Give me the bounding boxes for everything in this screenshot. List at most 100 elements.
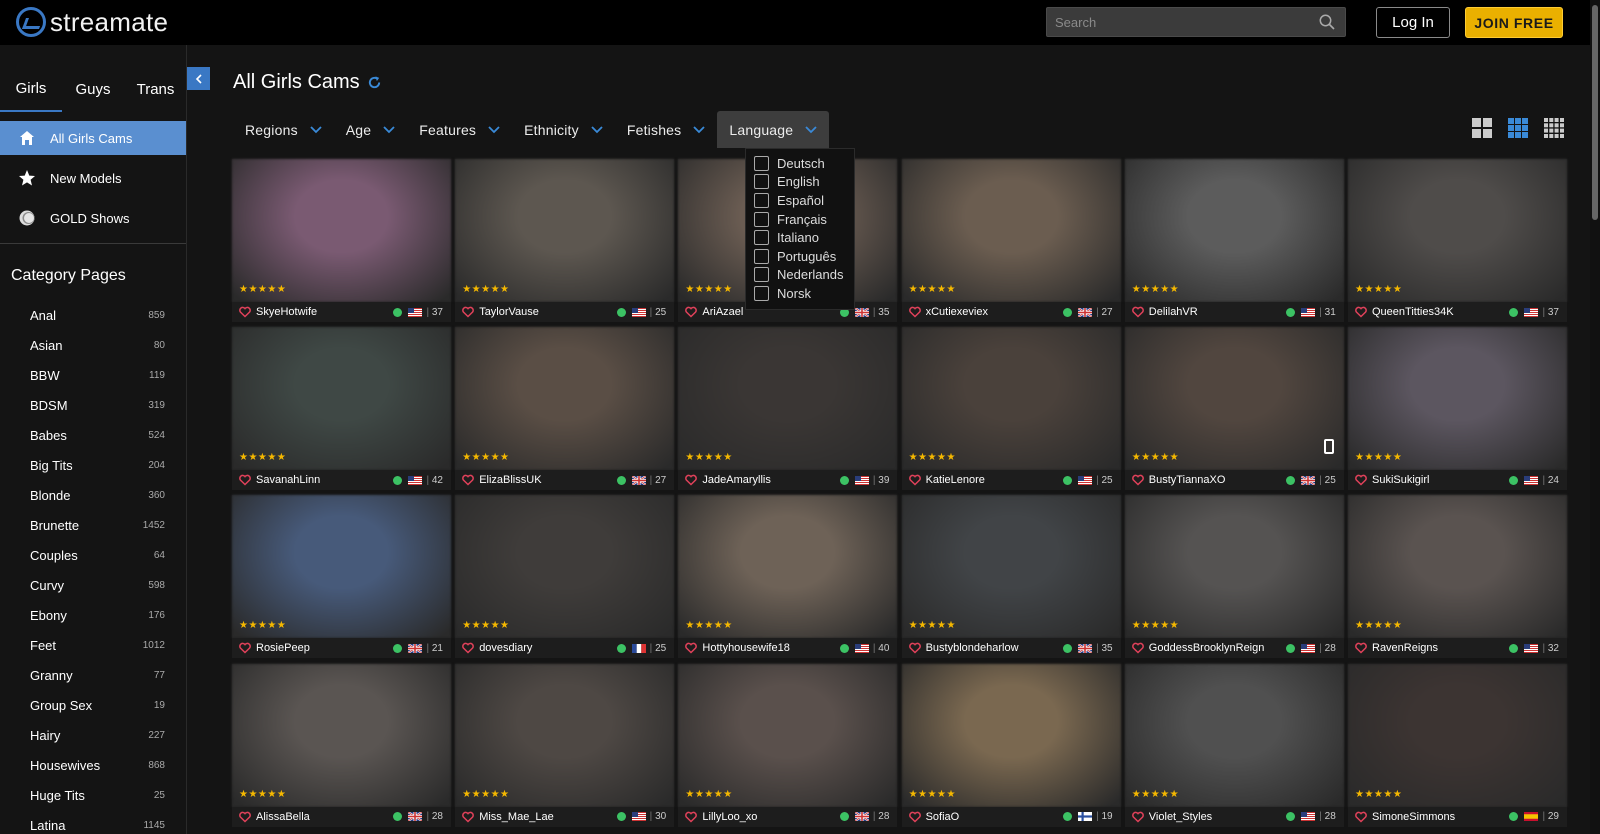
small-grid-icon[interactable] xyxy=(1544,118,1564,138)
tab-girls[interactable]: Girls xyxy=(0,67,62,112)
heart-icon[interactable] xyxy=(239,642,251,654)
checkbox[interactable] xyxy=(754,248,769,264)
heart-icon[interactable] xyxy=(1131,474,1144,486)
heart-icon[interactable] xyxy=(239,811,251,823)
model-thumbnail[interactable] xyxy=(1348,495,1567,639)
heart-icon[interactable] xyxy=(1131,306,1144,318)
model-card[interactable]: ★★★★★ Hottyhousewife18 40 xyxy=(678,495,898,659)
model-thumbnail[interactable] xyxy=(1348,663,1567,807)
model-card[interactable]: ★★★★★ LillyLoo_xo 28 xyxy=(678,663,898,827)
category-item-asian[interactable]: Asian 80 xyxy=(0,330,186,360)
model-thumbnail[interactable] xyxy=(455,495,675,639)
model-card[interactable]: ★★★★★ DelilahVR 31 xyxy=(1124,159,1344,322)
heart-icon[interactable] xyxy=(908,474,921,486)
model-name[interactable]: SkyeHotwife xyxy=(256,306,393,318)
category-item-bbw[interactable]: BBW 119 xyxy=(0,360,186,390)
search-icon[interactable] xyxy=(1319,14,1335,30)
category-item-hairy[interactable]: Hairy 227 xyxy=(0,720,186,750)
model-thumbnail[interactable] xyxy=(232,159,451,302)
model-name[interactable]: RosiePeep xyxy=(256,642,393,654)
model-name[interactable]: Hottyhousewife18 xyxy=(702,642,839,654)
model-thumbnail[interactable] xyxy=(455,327,675,471)
heart-icon[interactable] xyxy=(462,642,475,654)
model-name[interactable]: xCutiexeviex xyxy=(926,306,1063,318)
model-name[interactable]: RavenReigns xyxy=(1372,642,1509,654)
heart-icon[interactable] xyxy=(1131,811,1144,823)
category-item-anal[interactable]: Anal 859 xyxy=(0,300,186,330)
model-thumbnail[interactable] xyxy=(1124,663,1344,807)
model-card[interactable]: ★★★★★ SavanahLinn 42 xyxy=(232,327,451,491)
model-name[interactable]: Violet_Styles xyxy=(1149,811,1286,823)
heart-icon[interactable] xyxy=(908,811,921,823)
large-grid-icon[interactable] xyxy=(1472,118,1492,138)
heart-icon[interactable] xyxy=(685,474,698,486)
model-thumbnail[interactable] xyxy=(1348,327,1567,471)
language-option-fran-ais[interactable]: Français xyxy=(746,210,854,229)
login-button[interactable]: Log In xyxy=(1376,7,1450,38)
model-thumbnail[interactable] xyxy=(901,495,1121,639)
model-name[interactable]: SavanahLinn xyxy=(256,474,393,486)
checkbox[interactable] xyxy=(754,230,769,246)
model-name[interactable]: SimoneSimmons xyxy=(1372,811,1509,823)
model-name[interactable]: Bustyblondeharlow xyxy=(926,642,1063,654)
heart-icon[interactable] xyxy=(1355,811,1367,823)
category-item-housewives[interactable]: Housewives 868 xyxy=(0,750,186,780)
collapse-sidebar-button[interactable] xyxy=(187,67,210,90)
model-thumbnail[interactable] xyxy=(232,663,451,807)
model-thumbnail[interactable] xyxy=(232,327,451,471)
model-card[interactable]: ★★★★★ RosiePeep 21 xyxy=(232,495,451,659)
language-option-english[interactable]: English xyxy=(746,173,854,192)
model-card[interactable]: ★★★★★ ElizaBlissUK 27 xyxy=(455,327,675,491)
model-thumbnail[interactable] xyxy=(1348,159,1567,302)
heart-icon[interactable] xyxy=(908,306,921,318)
model-thumbnail[interactable] xyxy=(678,327,898,471)
checkbox[interactable] xyxy=(754,285,769,301)
category-item-couples[interactable]: Couples 64 xyxy=(0,540,186,570)
category-item-feet[interactable]: Feet 1012 xyxy=(0,630,186,660)
model-name[interactable]: ElizaBlissUK xyxy=(479,474,616,486)
checkbox[interactable] xyxy=(754,267,769,283)
language-option-nederlands[interactable]: Nederlands xyxy=(746,266,854,285)
model-thumbnail[interactable] xyxy=(678,495,898,639)
model-thumbnail[interactable] xyxy=(1124,495,1344,639)
filter-features[interactable]: Features xyxy=(407,111,512,148)
model-card[interactable]: ★★★★★ RavenReigns 32 xyxy=(1348,495,1567,659)
model-card[interactable]: ★★★★★ Bustyblondeharlow 35 xyxy=(901,495,1121,659)
model-thumbnail[interactable] xyxy=(232,495,451,639)
heart-icon[interactable] xyxy=(1355,306,1367,318)
sidebar-item-new-models[interactable]: New Models xyxy=(0,161,186,195)
sidebar-item-all-girls-cams[interactable]: All Girls Cams xyxy=(0,121,186,155)
heart-icon[interactable] xyxy=(685,811,698,823)
model-name[interactable]: JadeAmaryllis xyxy=(702,474,839,486)
heart-icon[interactable] xyxy=(239,474,251,486)
model-name[interactable]: DelilahVR xyxy=(1149,306,1286,318)
model-name[interactable]: AlissaBella xyxy=(256,811,393,823)
language-option-portugu-s[interactable]: Português xyxy=(746,247,854,266)
heart-icon[interactable] xyxy=(1355,642,1367,654)
heart-icon[interactable] xyxy=(462,474,475,486)
model-card[interactable]: ★★★★★ SkyeHotwife 37 xyxy=(232,159,451,322)
model-card[interactable]: ★★★★★ SimoneSimmons 29 xyxy=(1348,663,1567,827)
model-thumbnail[interactable] xyxy=(901,159,1121,302)
filter-language[interactable]: Language xyxy=(717,111,830,148)
checkbox[interactable] xyxy=(754,192,769,208)
category-item-blonde[interactable]: Blonde 360 xyxy=(0,480,186,510)
sidebar-item-gold-shows[interactable]: GOLD Shows xyxy=(0,201,186,235)
heart-icon[interactable] xyxy=(1131,642,1144,654)
language-option-norsk[interactable]: Norsk xyxy=(746,284,854,303)
model-name[interactable]: GoddessBrooklynReign xyxy=(1149,642,1286,654)
model-thumbnail[interactable] xyxy=(1124,327,1344,471)
heart-icon[interactable] xyxy=(685,642,698,654)
logo[interactable]: streamate xyxy=(16,6,168,38)
model-card[interactable]: ★★★★★ KatieLenore 25 xyxy=(901,327,1121,491)
model-card[interactable]: ★★★★★ TaylorVause 25 xyxy=(455,159,675,322)
checkbox[interactable] xyxy=(754,211,769,227)
model-card[interactable]: ★★★★★ SofiaO 19 xyxy=(901,663,1121,827)
heart-icon[interactable] xyxy=(462,306,475,318)
filter-age[interactable]: Age xyxy=(334,111,408,148)
category-item-group-sex[interactable]: Group Sex 19 xyxy=(0,690,186,720)
category-item-curvy[interactable]: Curvy 598 xyxy=(0,570,186,600)
model-thumbnail[interactable] xyxy=(455,159,675,302)
search-input[interactable] xyxy=(1047,8,1297,36)
category-item-big-tits[interactable]: Big Tits 204 xyxy=(0,450,186,480)
